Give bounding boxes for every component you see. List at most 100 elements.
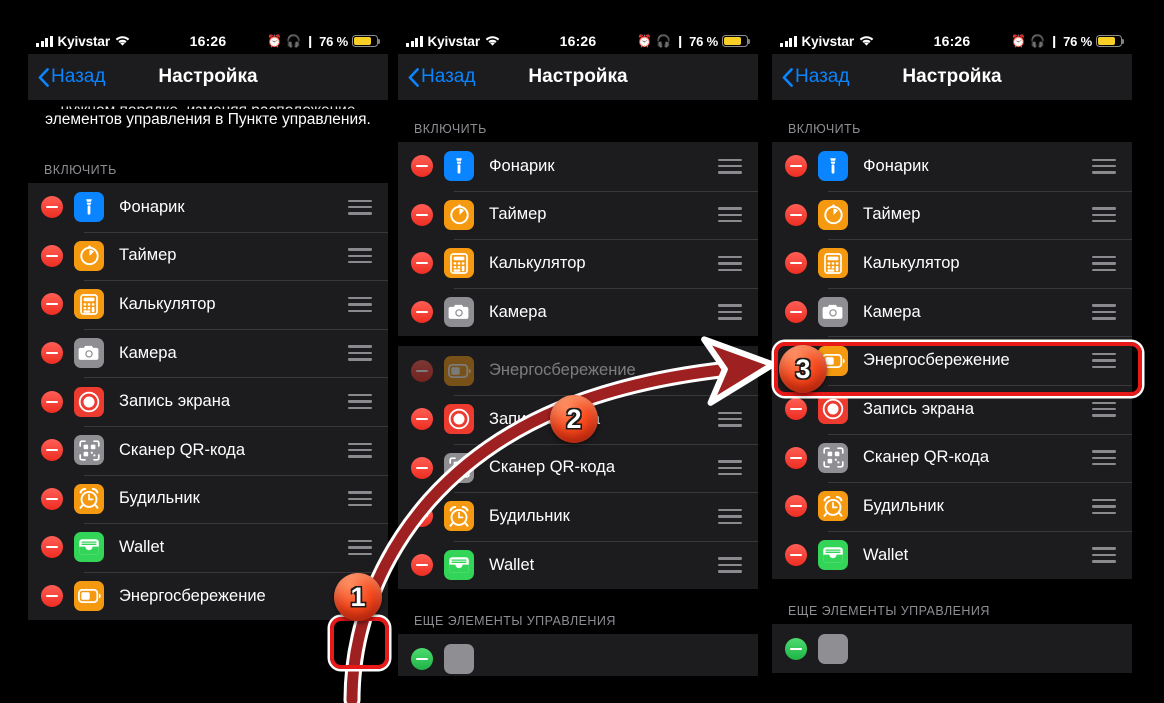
remove-icon[interactable] <box>41 342 63 365</box>
reorder-handle-icon[interactable] <box>1092 498 1116 515</box>
list-item[interactable]: Калькулятор <box>398 239 758 288</box>
list-item[interactable]: Калькулятор <box>772 239 1132 288</box>
reorder-handle-icon[interactable] <box>348 442 372 458</box>
list-item[interactable]: Фонарик <box>28 183 388 232</box>
list-item[interactable] <box>772 624 1132 673</box>
back-button-label: Назад <box>795 66 850 87</box>
remove-icon[interactable] <box>41 244 63 267</box>
list-item[interactable]: Wallet <box>772 530 1132 580</box>
remove-icon[interactable] <box>411 203 433 226</box>
list-item[interactable]: Запись экрана <box>772 384 1132 434</box>
reorder-handle-icon[interactable] <box>1092 158 1116 174</box>
list-item[interactable] <box>398 634 758 676</box>
remove-icon[interactable] <box>785 252 807 275</box>
reorder-handle-icon[interactable] <box>718 411 742 427</box>
remove-icon[interactable] <box>411 554 433 577</box>
list-item[interactable]: Будильник <box>28 474 388 524</box>
list-item-label: Wallet <box>489 555 535 574</box>
remove-icon[interactable] <box>411 505 433 528</box>
list-item[interactable]: Сканер QR-кода <box>28 425 388 475</box>
settings-scroll-area[interactable]: нужном порядке, изменяя расположение эле… <box>28 100 388 676</box>
reorder-handle-icon[interactable] <box>1092 207 1116 223</box>
reorder-handle-icon[interactable] <box>718 363 742 379</box>
remove-icon[interactable] <box>41 439 63 462</box>
reorder-handle-icon[interactable] <box>718 557 742 573</box>
reorder-handle-icon[interactable] <box>348 394 372 410</box>
reorder-handle-icon[interactable] <box>348 588 372 604</box>
remove-icon[interactable] <box>785 446 807 469</box>
back-button[interactable]: Назад <box>408 66 475 88</box>
list-item-label: Энергосбережение <box>119 586 266 605</box>
reorder-handle-icon[interactable] <box>718 508 742 525</box>
list-item[interactable]: Энергосбережение <box>772 336 1132 385</box>
reorder-handle-icon[interactable] <box>348 345 372 361</box>
add-icon[interactable] <box>785 637 807 660</box>
remove-icon[interactable] <box>411 359 433 382</box>
remove-icon[interactable] <box>41 585 63 608</box>
remove-icon[interactable] <box>411 252 433 275</box>
remove-icon[interactable] <box>41 293 63 316</box>
reorder-handle-icon[interactable] <box>348 539 372 556</box>
reorder-handle-icon[interactable] <box>1092 547 1116 563</box>
back-button[interactable]: Назад <box>38 66 105 88</box>
reorder-handle-icon[interactable] <box>718 255 742 272</box>
list-item-label: Таймер <box>489 205 547 224</box>
reorder-handle-icon[interactable] <box>348 296 372 313</box>
reorder-handle-icon[interactable] <box>1092 450 1116 466</box>
list-item[interactable]: Энергосбережение <box>28 571 388 621</box>
reorder-handle-icon[interactable] <box>718 304 742 320</box>
remove-icon[interactable] <box>785 203 807 226</box>
reorder-handle-icon[interactable] <box>718 460 742 476</box>
list-item[interactable]: Запись экрана <box>28 377 388 426</box>
reorder-handle-icon[interactable] <box>718 207 742 223</box>
remove-icon[interactable] <box>785 155 807 178</box>
flashlight-icon <box>444 151 474 182</box>
remove-icon[interactable] <box>785 301 807 324</box>
list-item[interactable]: Камера <box>398 287 758 337</box>
remove-icon[interactable] <box>411 155 433 178</box>
list-item[interactable]: Wallet <box>28 523 388 572</box>
remove-icon[interactable] <box>785 544 807 567</box>
list-item[interactable]: Таймер <box>772 190 1132 240</box>
remove-icon[interactable] <box>411 301 433 324</box>
add-icon[interactable] <box>411 647 433 670</box>
reorder-handle-icon[interactable] <box>1092 401 1116 417</box>
remove-icon[interactable] <box>41 196 63 219</box>
list-item[interactable]: Будильник <box>772 482 1132 531</box>
back-button[interactable]: Назад <box>782 66 849 88</box>
list-item[interactable]: Энергосбережение <box>398 346 758 395</box>
remove-icon[interactable] <box>411 456 433 479</box>
remove-icon[interactable] <box>785 349 807 372</box>
reorder-handle-icon[interactable] <box>348 491 372 507</box>
reorder-handle-icon[interactable] <box>1092 304 1116 320</box>
remove-icon[interactable] <box>785 398 807 421</box>
list-item[interactable]: Камера <box>28 328 388 378</box>
reorder-handle-icon[interactable] <box>1092 255 1116 272</box>
timer-icon <box>74 240 104 271</box>
remove-icon[interactable] <box>785 495 807 518</box>
phone-screenshot-3: Kyivstar 16:26 ⏰ 🎧 ❙ 76 % Назад Настройк… <box>772 28 1132 676</box>
reorder-handle-icon[interactable] <box>348 248 372 264</box>
remove-icon[interactable] <box>41 536 63 559</box>
reorder-handle-icon[interactable] <box>718 158 742 174</box>
list-item[interactable]: Сканер QR-кода <box>772 433 1132 483</box>
list-item[interactable]: Будильник <box>398 492 758 541</box>
list-item[interactable]: Таймер <box>398 190 758 240</box>
hint-text-line-2: управления. <box>281 111 371 128</box>
list-item[interactable]: Таймер <box>28 231 388 281</box>
list-item[interactable]: Фонарик <box>772 142 1132 191</box>
list-item[interactable]: Запись экрана <box>398 394 758 444</box>
remove-icon[interactable] <box>41 487 63 510</box>
remove-icon[interactable] <box>411 408 433 431</box>
list-item[interactable]: Wallet <box>398 540 758 590</box>
list-item[interactable]: Фонарик <box>398 142 758 191</box>
remove-icon[interactable] <box>41 390 63 413</box>
settings-scroll-area[interactable]: ВКЛЮЧИТЬ Фонарик Таймер Калькулятор Камера Э… <box>772 100 1132 676</box>
list-item-label: Калькулятор <box>863 253 960 272</box>
list-item[interactable]: Камера <box>772 287 1132 337</box>
settings-scroll-area[interactable]: ВКЛЮЧИТЬ Фонарик Таймер Калькулятор Камера Э… <box>398 100 758 676</box>
list-item[interactable]: Калькулятор <box>28 280 388 329</box>
reorder-handle-icon[interactable] <box>1092 353 1116 369</box>
reorder-handle-icon[interactable] <box>348 199 372 215</box>
list-item[interactable]: Сканер QR-кода <box>398 443 758 493</box>
